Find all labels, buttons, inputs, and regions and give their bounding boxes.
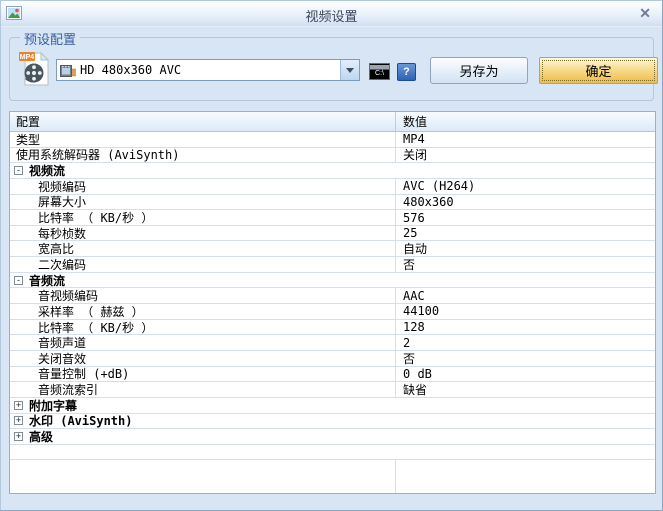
window-title: 视频设置 — [305, 6, 357, 25]
table-row[interactable]: 比特率 （ KB/秒 ） 128 — [10, 320, 655, 336]
svg-text:MP4: MP4 — [20, 54, 35, 61]
table-row[interactable]: 二次编码 否 — [10, 257, 655, 273]
collapse-toggle-icon[interactable]: - — [14, 166, 23, 175]
table-row[interactable]: 音量控制 (+dB) 0 dB — [10, 367, 655, 383]
column-header-config[interactable]: 配置 — [10, 112, 396, 131]
empty-row — [10, 445, 655, 461]
table-row[interactable]: 比特率 （ KB/秒 ） 576 — [10, 210, 655, 226]
video-settings-dialog: 视频设置 ✕ 预设配置 MP4 — [0, 0, 663, 511]
empty-area — [10, 460, 655, 493]
table-row[interactable]: 宽高比 自动 — [10, 241, 655, 257]
expand-toggle-icon[interactable]: + — [14, 432, 23, 441]
settings-table: 配置 数值 类型 MP4 使用系统解码器 (AviSynth) 关闭 - 视频流… — [9, 111, 656, 494]
row-value: 128 — [396, 320, 655, 335]
row-value: MP4 — [396, 132, 655, 147]
row-label: 比特率 （ KB/秒 ） — [16, 320, 153, 335]
row-label: 音频流索引 — [16, 382, 98, 397]
row-value: 关闭 — [396, 148, 655, 163]
row-label: 音频流 — [29, 273, 65, 288]
cli-button-label: C:\ — [375, 70, 384, 77]
table-row[interactable]: 关闭音效 否 — [10, 351, 655, 367]
expand-toggle-icon[interactable]: + — [14, 416, 23, 425]
row-value: 480x360 — [396, 195, 655, 210]
row-label: 音频声道 — [16, 335, 86, 350]
help-button[interactable]: ? — [397, 63, 416, 81]
table-row[interactable]: + 水印 (AviSynth) — [10, 414, 655, 430]
row-label: 使用系统解码器 (AviSynth) — [16, 148, 179, 163]
preset-combobox-value: HD 480x360 AVC — [80, 63, 181, 77]
row-label: 音量控制 (+dB) — [16, 367, 129, 382]
row-label: 视频流 — [29, 163, 65, 178]
column-header-value[interactable]: 数值 — [396, 112, 655, 131]
row-value: 2 — [396, 335, 655, 350]
row-value: 缺省 — [396, 382, 655, 397]
row-value: 25 — [396, 226, 655, 241]
row-label: 视频编码 — [16, 179, 86, 194]
row-value: 576 — [396, 210, 655, 225]
mp4-file-icon: MP4 — [18, 51, 53, 87]
table-row[interactable]: 音频声道 2 — [10, 335, 655, 351]
collapse-toggle-icon[interactable]: - — [14, 276, 23, 285]
row-label: 附加字幕 — [29, 398, 77, 413]
row-label: 宽高比 — [16, 241, 74, 256]
table-row[interactable]: - 视频流 — [10, 163, 655, 179]
row-value: 否 — [396, 257, 655, 272]
preset-item-film-icon — [60, 63, 76, 77]
app-picture-icon — [6, 5, 22, 21]
row-label: 音视频编码 — [16, 288, 98, 303]
row-label: 类型 — [16, 132, 40, 147]
preset-group-label: 预设配置 — [20, 29, 80, 48]
row-label: 水印 (AviSynth) — [29, 414, 132, 429]
table-row[interactable]: + 附加字幕 — [10, 398, 655, 414]
row-label: 采样率 （ 赫兹 ） — [16, 304, 144, 319]
row-label: 比特率 （ KB/秒 ） — [16, 210, 153, 225]
preset-groupbox: 预设配置 MP4 — [9, 37, 654, 101]
table-row[interactable]: 音视频编码 AAC — [10, 288, 655, 304]
empty-value-cell — [396, 460, 655, 493]
row-value: 44100 — [396, 304, 655, 319]
titlebar[interactable]: 视频设置 ✕ — [1, 1, 662, 27]
table-row[interactable]: 视频编码 AVC (H264) — [10, 179, 655, 195]
table-row[interactable]: 屏幕大小 480x360 — [10, 195, 655, 211]
row-label: 每秒桢数 — [16, 226, 86, 241]
command-line-button[interactable]: C:\ — [369, 63, 390, 80]
row-label: 屏幕大小 — [16, 195, 86, 210]
table-row[interactable]: - 音频流 — [10, 273, 655, 289]
close-icon[interactable]: ✕ — [639, 5, 651, 22]
row-label: 二次编码 — [16, 257, 86, 272]
preset-combobox[interactable]: HD 480x360 AVC — [56, 59, 360, 81]
table-row[interactable]: + 高级 — [10, 429, 655, 445]
expand-toggle-icon[interactable]: + — [14, 401, 23, 410]
row-value: 自动 — [396, 241, 655, 256]
table-row[interactable]: 使用系统解码器 (AviSynth) 关闭 — [10, 148, 655, 164]
row-label: 关闭音效 — [16, 351, 86, 366]
ok-button[interactable]: 确定 — [539, 57, 658, 84]
row-value: 0 dB — [396, 367, 655, 382]
save-as-button[interactable]: 另存为 — [430, 57, 528, 84]
table-row[interactable]: 类型 MP4 — [10, 132, 655, 148]
table-header: 配置 数值 — [10, 112, 655, 132]
table-row[interactable]: 采样率 （ 赫兹 ） 44100 — [10, 304, 655, 320]
chevron-down-icon[interactable] — [340, 60, 359, 80]
row-value: AVC (H264) — [396, 179, 655, 194]
row-value: AAC — [396, 288, 655, 303]
empty-config-cell — [10, 460, 396, 493]
table-row[interactable]: 每秒桢数 25 — [10, 226, 655, 242]
table-body: 类型 MP4 使用系统解码器 (AviSynth) 关闭 - 视频流 视频编码 … — [10, 132, 655, 445]
row-label: 高级 — [29, 429, 53, 444]
row-value: 否 — [396, 351, 655, 366]
table-row[interactable]: 音频流索引 缺省 — [10, 382, 655, 398]
